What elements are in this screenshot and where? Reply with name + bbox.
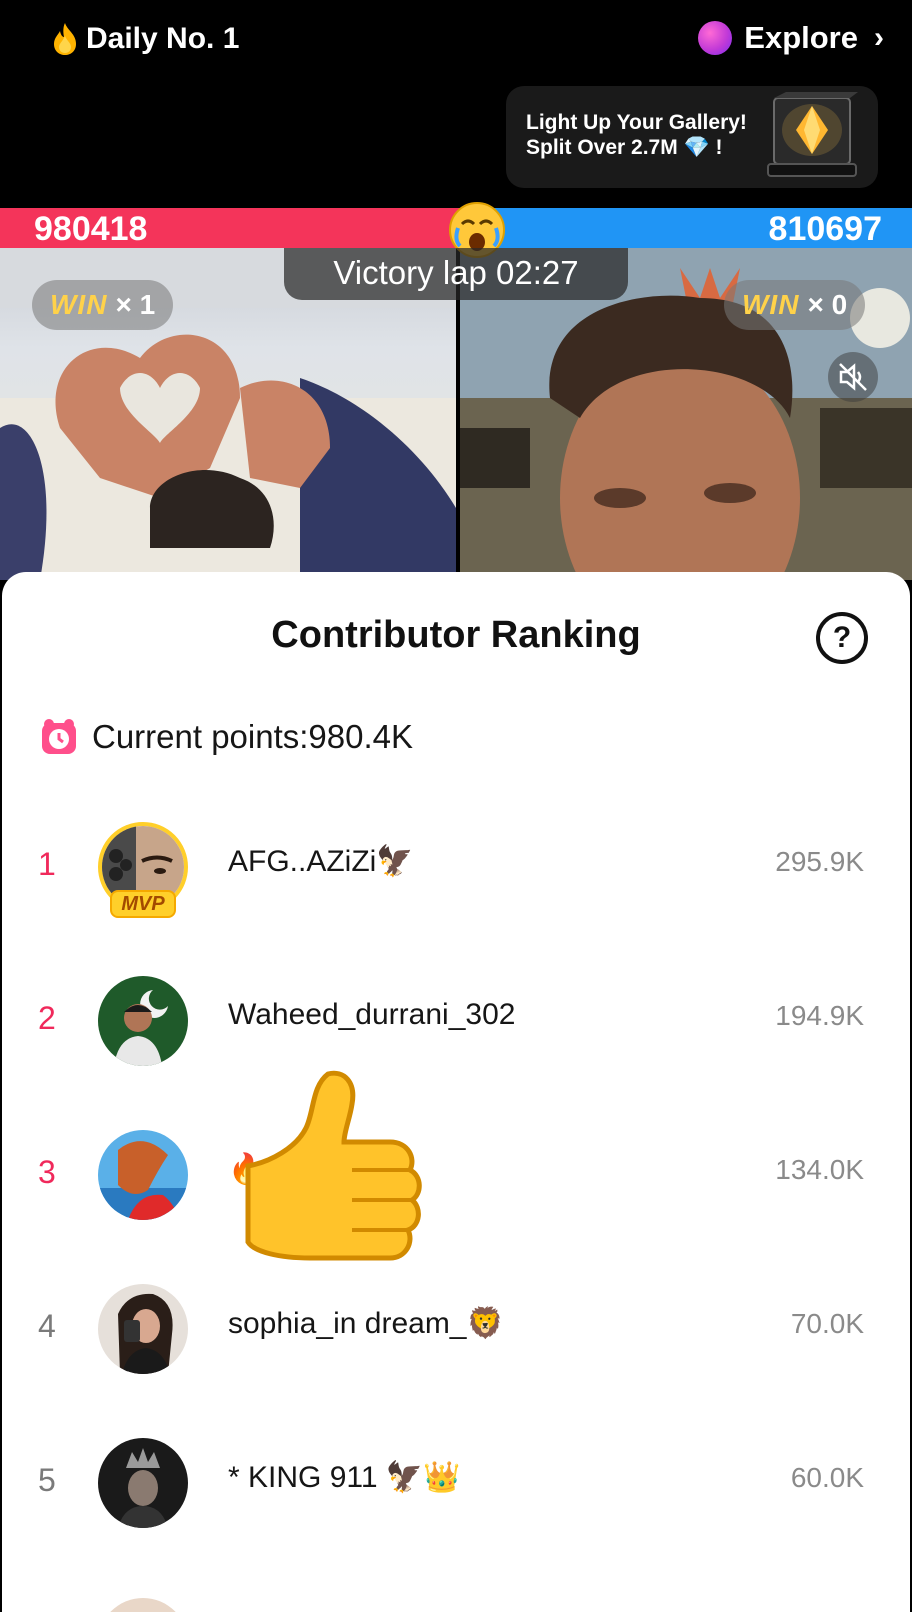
ranking-row[interactable]: 2 Waheed_durrani_302 194.9K (2, 954, 910, 1104)
flame-icon (54, 23, 76, 55)
win-count-left: WIN × 1 (32, 280, 174, 330)
help-icon[interactable]: ? (816, 612, 868, 664)
explore-label: Explore (744, 20, 858, 55)
avatar[interactable] (98, 1598, 188, 1612)
ranking-row[interactable]: 4 sophia_in dream_🦁 70.0K (2, 1262, 910, 1412)
rank-number: 5 (38, 1462, 56, 1498)
contribution-score: 194.9K (775, 1000, 864, 1031)
explore-orb-icon (698, 21, 733, 55)
win-multiplier-right: × 0 (807, 289, 848, 320)
win-label-left: WIN (50, 289, 108, 320)
promo-line-2: Split Over 2.7M 💎 ! (526, 136, 723, 159)
avatar[interactable] (98, 976, 188, 1066)
avatar[interactable] (98, 1438, 188, 1528)
win-count-right: WIN × 0 (724, 280, 866, 330)
avatar-image (98, 1438, 188, 1528)
daily-rank-badge[interactable]: Daily No. 1 (52, 22, 239, 56)
contribution-score: 60.0K (790, 1462, 864, 1493)
gem-icon (767, 92, 858, 177)
daily-rank-label: Daily No. 1 (86, 22, 240, 55)
username: sophia_in dream_🦁 (228, 1307, 504, 1340)
top-bar: Daily No. 1 Explore › (0, 0, 912, 84)
thumbs-up-icon (245, 1070, 422, 1261)
sheet-title: Contributor Ranking (271, 614, 641, 656)
username: * KING 911 🦅👑 (228, 1461, 461, 1494)
current-points-label: Current points:980.4K (92, 718, 414, 755)
ranking-row[interactable]: 3 🔥 👸🏼✨🔥... 134.0K (2, 1108, 910, 1258)
score-right: 810697 (768, 210, 882, 248)
avatar-image (98, 976, 188, 1066)
avatar[interactable] (98, 1130, 188, 1220)
score-left: 980418 (34, 210, 148, 248)
mute-button[interactable] (828, 352, 878, 402)
avatar[interactable] (98, 1284, 188, 1374)
username: Waheed_durrani_302 (228, 998, 516, 1031)
username: AFG..AZiZi🦅 (228, 845, 414, 878)
contribution-score: 295.9K (775, 846, 864, 877)
promo-line-1: Light Up Your Gallery! (526, 111, 747, 134)
win-label-right: WIN (742, 289, 800, 320)
mute-icon (839, 363, 867, 391)
rank-number: 1 (38, 846, 56, 882)
current-points: Current points:980.4K (40, 718, 413, 756)
victory-lap-timer: Victory lap 02:27 (284, 248, 628, 300)
avatar-image (98, 1284, 188, 1374)
live-battle-screen: Daily No. 1 Explore › Light Up Your Gall… (0, 0, 912, 1612)
contribution-score: 134.0K (775, 1154, 864, 1185)
ranking-row[interactable]: 5 * KING 911 🦅👑 60.0K (2, 1416, 910, 1566)
avatar-image (98, 1130, 188, 1220)
contributor-ranking-sheet: Contributor Ranking ? Current points:980… (2, 572, 910, 1612)
rank-number: 4 (38, 1308, 56, 1344)
mvp-badge: MVP (110, 890, 176, 918)
clock-icon (42, 719, 76, 754)
explore-button[interactable]: Explore › (698, 20, 884, 56)
rank-number: 2 (38, 1000, 56, 1036)
rank-number: 3 (38, 1154, 56, 1190)
gallery-promo-card[interactable]: Light Up Your Gallery! Split Over 2.7M 💎… (506, 86, 878, 188)
promo-text: Light Up Your Gallery! Split Over 2.7M 💎… (526, 110, 747, 160)
ranking-row[interactable]: 1 MVP AFG..AZiZi🦅 295.9K (2, 800, 910, 950)
win-multiplier-left: × 1 (115, 289, 156, 320)
contribution-score: 70.0K (790, 1308, 864, 1339)
chevron-right-icon: › (874, 21, 884, 54)
